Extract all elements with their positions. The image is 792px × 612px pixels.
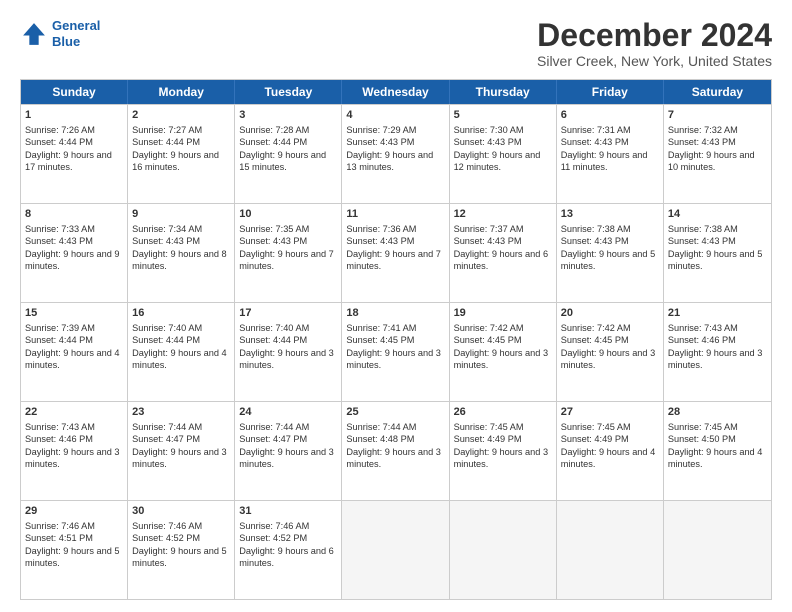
header-sunday: Sunday (21, 80, 128, 104)
day-15: 15 Sunrise: 7:39 AMSunset: 4:44 PMDaylig… (21, 303, 128, 401)
calendar: Sunday Monday Tuesday Wednesday Thursday… (20, 79, 772, 600)
day-17: 17 Sunrise: 7:40 AMSunset: 4:44 PMDaylig… (235, 303, 342, 401)
header-saturday: Saturday (664, 80, 771, 104)
day-14: 14 Sunrise: 7:38 AMSunset: 4:43 PMDaylig… (664, 204, 771, 302)
day-2: 2 Sunrise: 7:27 AMSunset: 4:44 PMDayligh… (128, 105, 235, 203)
day-20: 20 Sunrise: 7:42 AMSunset: 4:45 PMDaylig… (557, 303, 664, 401)
day-9: 9 Sunrise: 7:34 AMSunset: 4:43 PMDayligh… (128, 204, 235, 302)
day-10: 10 Sunrise: 7:35 AMSunset: 4:43 PMDaylig… (235, 204, 342, 302)
day-7: 7 Sunrise: 7:32 AMSunset: 4:43 PMDayligh… (664, 105, 771, 203)
logo-text: General Blue (52, 18, 100, 49)
day-4: 4 Sunrise: 7:29 AMSunset: 4:43 PMDayligh… (342, 105, 449, 203)
day-1: 1 Sunrise: 7:26 AMSunset: 4:44 PMDayligh… (21, 105, 128, 203)
day-27: 27 Sunrise: 7:45 AMSunset: 4:49 PMDaylig… (557, 402, 664, 500)
empty-cell-2 (450, 501, 557, 599)
calendar-body: 1 Sunrise: 7:26 AMSunset: 4:44 PMDayligh… (21, 104, 771, 599)
week-row-5: 29 Sunrise: 7:46 AMSunset: 4:51 PMDaylig… (21, 500, 771, 599)
day-31: 31 Sunrise: 7:46 AMSunset: 4:52 PMDaylig… (235, 501, 342, 599)
header-friday: Friday (557, 80, 664, 104)
header-tuesday: Tuesday (235, 80, 342, 104)
day-11: 11 Sunrise: 7:36 AMSunset: 4:43 PMDaylig… (342, 204, 449, 302)
empty-cell-1 (342, 501, 449, 599)
day-5: 5 Sunrise: 7:30 AMSunset: 4:43 PMDayligh… (450, 105, 557, 203)
header-thursday: Thursday (450, 80, 557, 104)
header: General Blue December 2024 Silver Creek,… (20, 18, 772, 69)
location-title: Silver Creek, New York, United States (537, 53, 772, 69)
day-30: 30 Sunrise: 7:46 AMSunset: 4:52 PMDaylig… (128, 501, 235, 599)
calendar-header: Sunday Monday Tuesday Wednesday Thursday… (21, 80, 771, 104)
week-row-2: 8 Sunrise: 7:33 AMSunset: 4:43 PMDayligh… (21, 203, 771, 302)
day-23: 23 Sunrise: 7:44 AMSunset: 4:47 PMDaylig… (128, 402, 235, 500)
empty-cell-3 (557, 501, 664, 599)
week-row-3: 15 Sunrise: 7:39 AMSunset: 4:44 PMDaylig… (21, 302, 771, 401)
day-29: 29 Sunrise: 7:46 AMSunset: 4:51 PMDaylig… (21, 501, 128, 599)
logo: General Blue (20, 18, 100, 49)
day-13: 13 Sunrise: 7:38 AMSunset: 4:43 PMDaylig… (557, 204, 664, 302)
day-3: 3 Sunrise: 7:28 AMSunset: 4:44 PMDayligh… (235, 105, 342, 203)
week-row-4: 22 Sunrise: 7:43 AMSunset: 4:46 PMDaylig… (21, 401, 771, 500)
day-26: 26 Sunrise: 7:45 AMSunset: 4:49 PMDaylig… (450, 402, 557, 500)
day-24: 24 Sunrise: 7:44 AMSunset: 4:47 PMDaylig… (235, 402, 342, 500)
day-21: 21 Sunrise: 7:43 AMSunset: 4:46 PMDaylig… (664, 303, 771, 401)
logo-icon (20, 20, 48, 48)
day-25: 25 Sunrise: 7:44 AMSunset: 4:48 PMDaylig… (342, 402, 449, 500)
day-22: 22 Sunrise: 7:43 AMSunset: 4:46 PMDaylig… (21, 402, 128, 500)
page: General Blue December 2024 Silver Creek,… (0, 0, 792, 612)
day-28: 28 Sunrise: 7:45 AMSunset: 4:50 PMDaylig… (664, 402, 771, 500)
day-6: 6 Sunrise: 7:31 AMSunset: 4:43 PMDayligh… (557, 105, 664, 203)
header-wednesday: Wednesday (342, 80, 449, 104)
title-block: December 2024 Silver Creek, New York, Un… (537, 18, 772, 69)
empty-cell-4 (664, 501, 771, 599)
day-19: 19 Sunrise: 7:42 AMSunset: 4:45 PMDaylig… (450, 303, 557, 401)
header-monday: Monday (128, 80, 235, 104)
day-16: 16 Sunrise: 7:40 AMSunset: 4:44 PMDaylig… (128, 303, 235, 401)
day-12: 12 Sunrise: 7:37 AMSunset: 4:43 PMDaylig… (450, 204, 557, 302)
day-18: 18 Sunrise: 7:41 AMSunset: 4:45 PMDaylig… (342, 303, 449, 401)
month-title: December 2024 (537, 18, 772, 53)
day-8: 8 Sunrise: 7:33 AMSunset: 4:43 PMDayligh… (21, 204, 128, 302)
week-row-1: 1 Sunrise: 7:26 AMSunset: 4:44 PMDayligh… (21, 104, 771, 203)
